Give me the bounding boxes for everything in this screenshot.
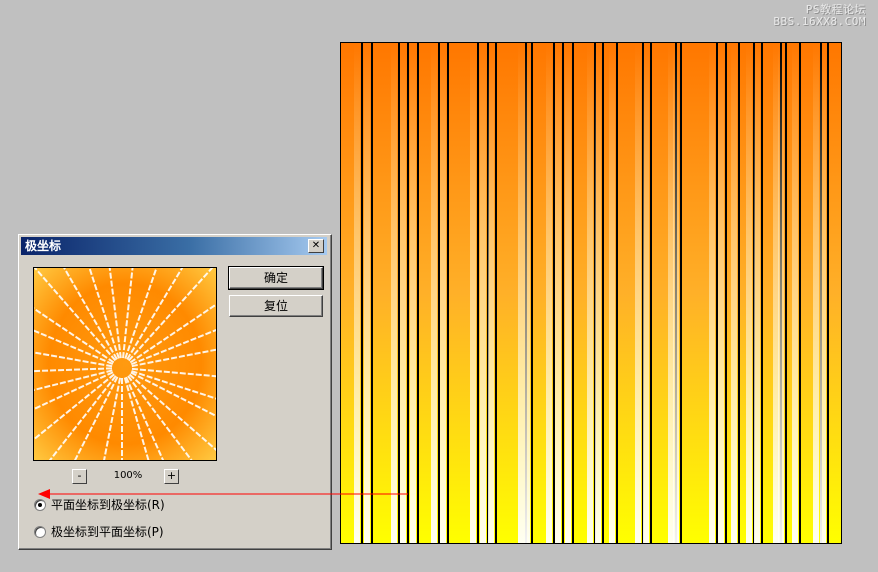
stripe-line bbox=[531, 43, 533, 543]
radio-button[interactable] bbox=[34, 526, 46, 538]
stripe-line bbox=[447, 43, 449, 543]
stripe-highlight bbox=[518, 43, 524, 543]
stripe-line bbox=[799, 43, 801, 543]
stripe-highlight bbox=[565, 43, 571, 543]
stripe-line bbox=[827, 43, 829, 543]
stripe-line bbox=[761, 43, 763, 543]
reset-button[interactable]: 复位 bbox=[229, 295, 323, 317]
stripe-highlight bbox=[480, 43, 486, 543]
stripe-highlight bbox=[813, 43, 819, 543]
stripe-line bbox=[398, 43, 400, 543]
stripe-line bbox=[477, 43, 479, 543]
stripe-highlight bbox=[440, 43, 446, 543]
stripe-line bbox=[785, 43, 787, 543]
radio-dot bbox=[38, 503, 42, 507]
stripe-line bbox=[572, 43, 574, 543]
zoom-in-button[interactable]: + bbox=[164, 469, 179, 484]
stripe-highlight bbox=[718, 43, 724, 543]
zoom-out-button[interactable]: - bbox=[72, 469, 87, 484]
stripe-highlight bbox=[731, 43, 737, 543]
stripe-line bbox=[716, 43, 718, 543]
stripe-highlight bbox=[778, 43, 784, 543]
radio-button-selected[interactable] bbox=[34, 499, 46, 511]
stripe-line bbox=[371, 43, 373, 543]
stripe-highlight bbox=[410, 43, 416, 543]
stripe-highlight bbox=[400, 43, 406, 543]
stripe-line bbox=[725, 43, 727, 543]
stripe-line bbox=[616, 43, 618, 543]
option-label: 平面坐标到极坐标(R) bbox=[51, 498, 165, 512]
stripe-line bbox=[417, 43, 419, 543]
striped-gradient-image bbox=[341, 43, 841, 543]
stripe-highlight bbox=[635, 43, 641, 543]
stripe-highlight bbox=[431, 43, 437, 543]
stripe-highlight bbox=[524, 43, 530, 543]
stripe-highlight bbox=[754, 43, 760, 543]
close-button[interactable]: ✕ bbox=[308, 239, 324, 253]
watermark-line-2: BBS.16XX8.COM bbox=[773, 15, 866, 28]
stripe-line bbox=[602, 43, 604, 543]
stripe-highlight bbox=[643, 43, 649, 543]
stripe-highlight bbox=[488, 43, 494, 543]
stripe-highlight bbox=[391, 43, 397, 543]
stripe-highlight bbox=[820, 43, 826, 543]
stripe-line bbox=[738, 43, 740, 543]
image-canvas[interactable] bbox=[340, 42, 842, 544]
stripe-line bbox=[495, 43, 497, 543]
stripe-line bbox=[680, 43, 682, 543]
zoom-level: 100% bbox=[113, 470, 143, 481]
stripe-highlight bbox=[587, 43, 593, 543]
stripe-highlight bbox=[364, 43, 370, 543]
polar-preview-image bbox=[34, 268, 216, 460]
stripe-highlight bbox=[609, 43, 615, 543]
stripe-highlight bbox=[792, 43, 798, 543]
stripe-highlight bbox=[354, 43, 360, 543]
stripe-line bbox=[650, 43, 652, 543]
dialog-title: 极坐标 bbox=[25, 239, 62, 253]
stripe-line bbox=[553, 43, 555, 543]
stripe-line bbox=[438, 43, 440, 543]
stripe-highlight bbox=[595, 43, 601, 543]
stripe-line bbox=[407, 43, 409, 543]
stripe-line bbox=[562, 43, 564, 543]
stripe-line bbox=[361, 43, 363, 543]
watermark: PS教程论坛 BBS.16XX8.COM bbox=[773, 4, 866, 28]
stripe-highlight bbox=[746, 43, 752, 543]
stripe-highlight bbox=[709, 43, 715, 543]
stripe-highlight bbox=[546, 43, 552, 543]
filter-preview[interactable] bbox=[33, 267, 217, 461]
close-icon: ✕ bbox=[311, 240, 321, 251]
polar-coordinates-dialog: 极坐标 ✕ 确定 复位 - 100% + 平面坐标到极坐标(R) 极坐标到平面坐… bbox=[18, 234, 332, 550]
stripe-highlight bbox=[555, 43, 561, 543]
stripe-highlight bbox=[470, 43, 476, 543]
dialog-titlebar[interactable]: 极坐标 ✕ bbox=[21, 237, 327, 255]
option-label: 极坐标到平面坐标(P) bbox=[51, 525, 164, 539]
stripe-highlight bbox=[673, 43, 679, 543]
ok-button[interactable]: 确定 bbox=[228, 266, 324, 290]
